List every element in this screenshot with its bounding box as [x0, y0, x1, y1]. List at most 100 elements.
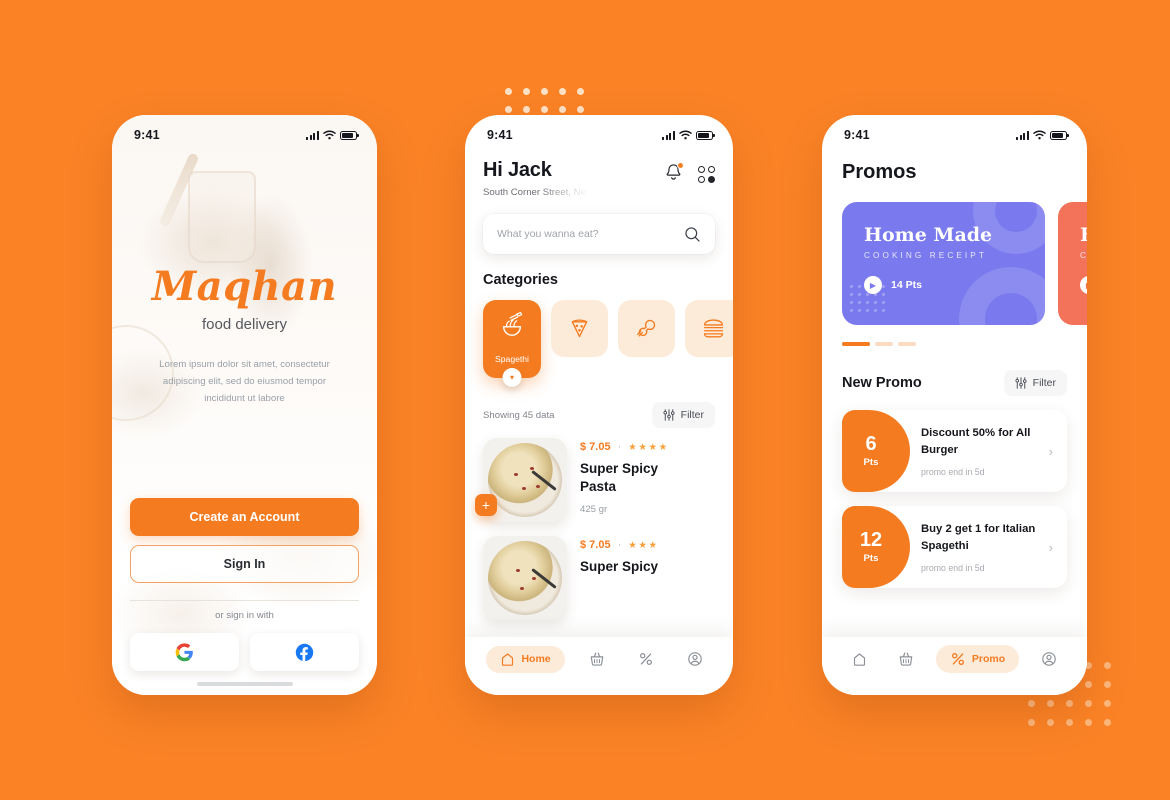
food-price: $ 7.05: [580, 539, 611, 551]
promo-list: 6 Pts Discount 50% for All Burger promo …: [842, 410, 1067, 588]
user-icon: [687, 652, 702, 666]
section-title-new-promo: New Promo: [842, 375, 922, 391]
status-bar: 9:41: [822, 115, 1087, 149]
nav-item-home[interactable]: Home: [486, 645, 565, 673]
separator: ·: [617, 539, 622, 551]
points-value: 12: [859, 529, 883, 551]
sliders-icon: [1015, 377, 1027, 389]
notification-bell-button[interactable]: [665, 162, 684, 186]
promo-carousel[interactable]: Home Made COOKING RECEIPT ▶ 14 Pts Home …: [822, 202, 1087, 325]
points-label: Pts: [863, 553, 879, 564]
delivery-address[interactable]: South Corner Street, Ne ›: [483, 187, 593, 198]
phone-screen-home: 9:41 Hi Jack South Corner Street, Ne › W…: [465, 115, 733, 695]
chevron-down-icon[interactable]: ▾: [502, 368, 522, 387]
filter-label: Filter: [680, 409, 704, 421]
notification-badge: [677, 162, 684, 169]
play-arrow-icon[interactable]: ▶: [1080, 276, 1087, 294]
sliders-icon: [663, 409, 675, 421]
nav-item-basket[interactable]: [580, 645, 614, 673]
category-list: Spagethi ▾: [483, 300, 733, 387]
chevron-right-icon[interactable]: ›: [1049, 540, 1067, 555]
add-to-cart-button[interactable]: +: [475, 494, 497, 516]
filter-label: Filter: [1032, 377, 1056, 389]
header: Hi Jack South Corner Street, Ne ›: [483, 159, 715, 198]
pasta-bowl-image: [488, 443, 562, 517]
brand-tagline: food delivery: [201, 316, 288, 333]
carousel-indicator[interactable]: [842, 342, 1087, 346]
promo-card-title: Home Made: [864, 224, 993, 246]
status-time: 9:41: [487, 128, 513, 142]
category-item-chicken[interactable]: [618, 300, 675, 357]
brand-name: Maqhan: [151, 263, 338, 310]
carousel-dot[interactable]: [898, 342, 916, 346]
promo-expiry: promo end in 5d: [921, 466, 985, 477]
nav-item-profile[interactable]: [678, 645, 712, 673]
facebook-icon: [295, 643, 314, 661]
divider: [130, 600, 359, 601]
wifi-icon: [1033, 130, 1046, 140]
category-item-pizza[interactable]: [551, 300, 608, 357]
sign-in-button[interactable]: Sign In: [130, 545, 359, 583]
pizza-slice-icon: [571, 319, 588, 338]
promo-card-subtitle: COOKING RECEIPT: [1080, 251, 1087, 260]
percent-icon: [951, 653, 964, 665]
food-name: Super Spicy Pasta: [580, 461, 659, 494]
status-bar: 9:41: [465, 115, 733, 149]
carousel-dot-active[interactable]: [842, 342, 870, 346]
chevron-right-icon: ›: [589, 187, 594, 198]
promo-title: Discount 50% for All Burger: [921, 427, 1031, 456]
page-title: Promos: [842, 161, 917, 183]
food-list: + $ 7.05 · ★★★★ Super Spicy Pasta 425 gr: [475, 438, 715, 620]
promo-list-item[interactable]: 12 Pts Buy 2 get 1 for Italian Spagethi …: [842, 506, 1067, 588]
promo-card-title: Home Made: [1080, 224, 1087, 246]
promo-card[interactable]: Home Made COOKING RECEIPT ▶ 14 Pts: [1058, 202, 1087, 325]
nav-item-home[interactable]: [843, 646, 876, 673]
points-badge: 12 Pts: [842, 506, 910, 588]
search-input[interactable]: [497, 228, 676, 240]
search-bar[interactable]: [483, 214, 715, 254]
promo-card-points: 14 Pts: [891, 279, 922, 291]
wifi-icon: [323, 130, 336, 140]
category-label: Spagethi: [495, 354, 529, 364]
nav-item-promo[interactable]: [629, 645, 663, 673]
facebook-signin-button[interactable]: [250, 633, 359, 671]
chicken-drumstick-icon: [636, 319, 656, 337]
battery-icon: [340, 130, 360, 140]
result-count-label: Showing 45 data: [483, 409, 555, 421]
chevron-right-icon[interactable]: ›: [1049, 444, 1067, 459]
category-item-spagethi[interactable]: Spagethi ▾: [483, 300, 541, 387]
bottom-navigation: Home: [465, 637, 733, 695]
play-arrow-icon[interactable]: ▶: [864, 276, 882, 294]
or-sign-in-with-label: or sign in with: [215, 610, 274, 621]
carousel-dot[interactable]: [875, 342, 893, 346]
promo-card[interactable]: Home Made COOKING RECEIPT ▶ 14 Pts: [842, 202, 1045, 325]
promo-expiry: promo end in 5d: [921, 562, 985, 573]
pasta-bowl-image: [488, 541, 562, 615]
category-item-burger[interactable]: [685, 300, 733, 357]
food-thumbnail: +: [475, 438, 567, 522]
nav-item-basket[interactable]: [889, 645, 923, 673]
food-list-item[interactable]: + $ 7.05 · ★★★★ Super Spicy Pasta 425 gr: [475, 438, 715, 522]
signal-icon: [306, 130, 319, 140]
google-signin-button[interactable]: [130, 633, 239, 671]
filter-button[interactable]: Filter: [1003, 370, 1067, 396]
separator: ·: [617, 441, 622, 453]
create-account-button[interactable]: Create an Account: [130, 498, 359, 536]
categories-title: Categories: [483, 272, 558, 288]
search-icon[interactable]: [684, 226, 701, 243]
phone-screen-promos: 9:41 Promos Home Made COOKING RECEIPT ▶ …: [822, 115, 1087, 695]
filter-button[interactable]: Filter: [651, 402, 715, 428]
nav-item-promo[interactable]: Promo: [935, 645, 1020, 673]
basket-icon: [899, 652, 913, 666]
nav-item-profile[interactable]: [1032, 645, 1066, 673]
promo-list-item[interactable]: 6 Pts Discount 50% for All Burger promo …: [842, 410, 1067, 492]
basket-icon: [590, 652, 603, 666]
address-text: South Corner Street, Ne: [483, 187, 586, 198]
menu-grid-button[interactable]: [698, 166, 715, 183]
percent-icon: [639, 653, 652, 665]
status-time: 9:41: [844, 128, 870, 142]
signal-icon: [1016, 130, 1029, 140]
home-icon: [853, 652, 865, 666]
points-badge: 6 Pts: [842, 410, 910, 492]
food-list-item[interactable]: $ 7.05 · ★★★ Super Spicy: [483, 536, 715, 620]
